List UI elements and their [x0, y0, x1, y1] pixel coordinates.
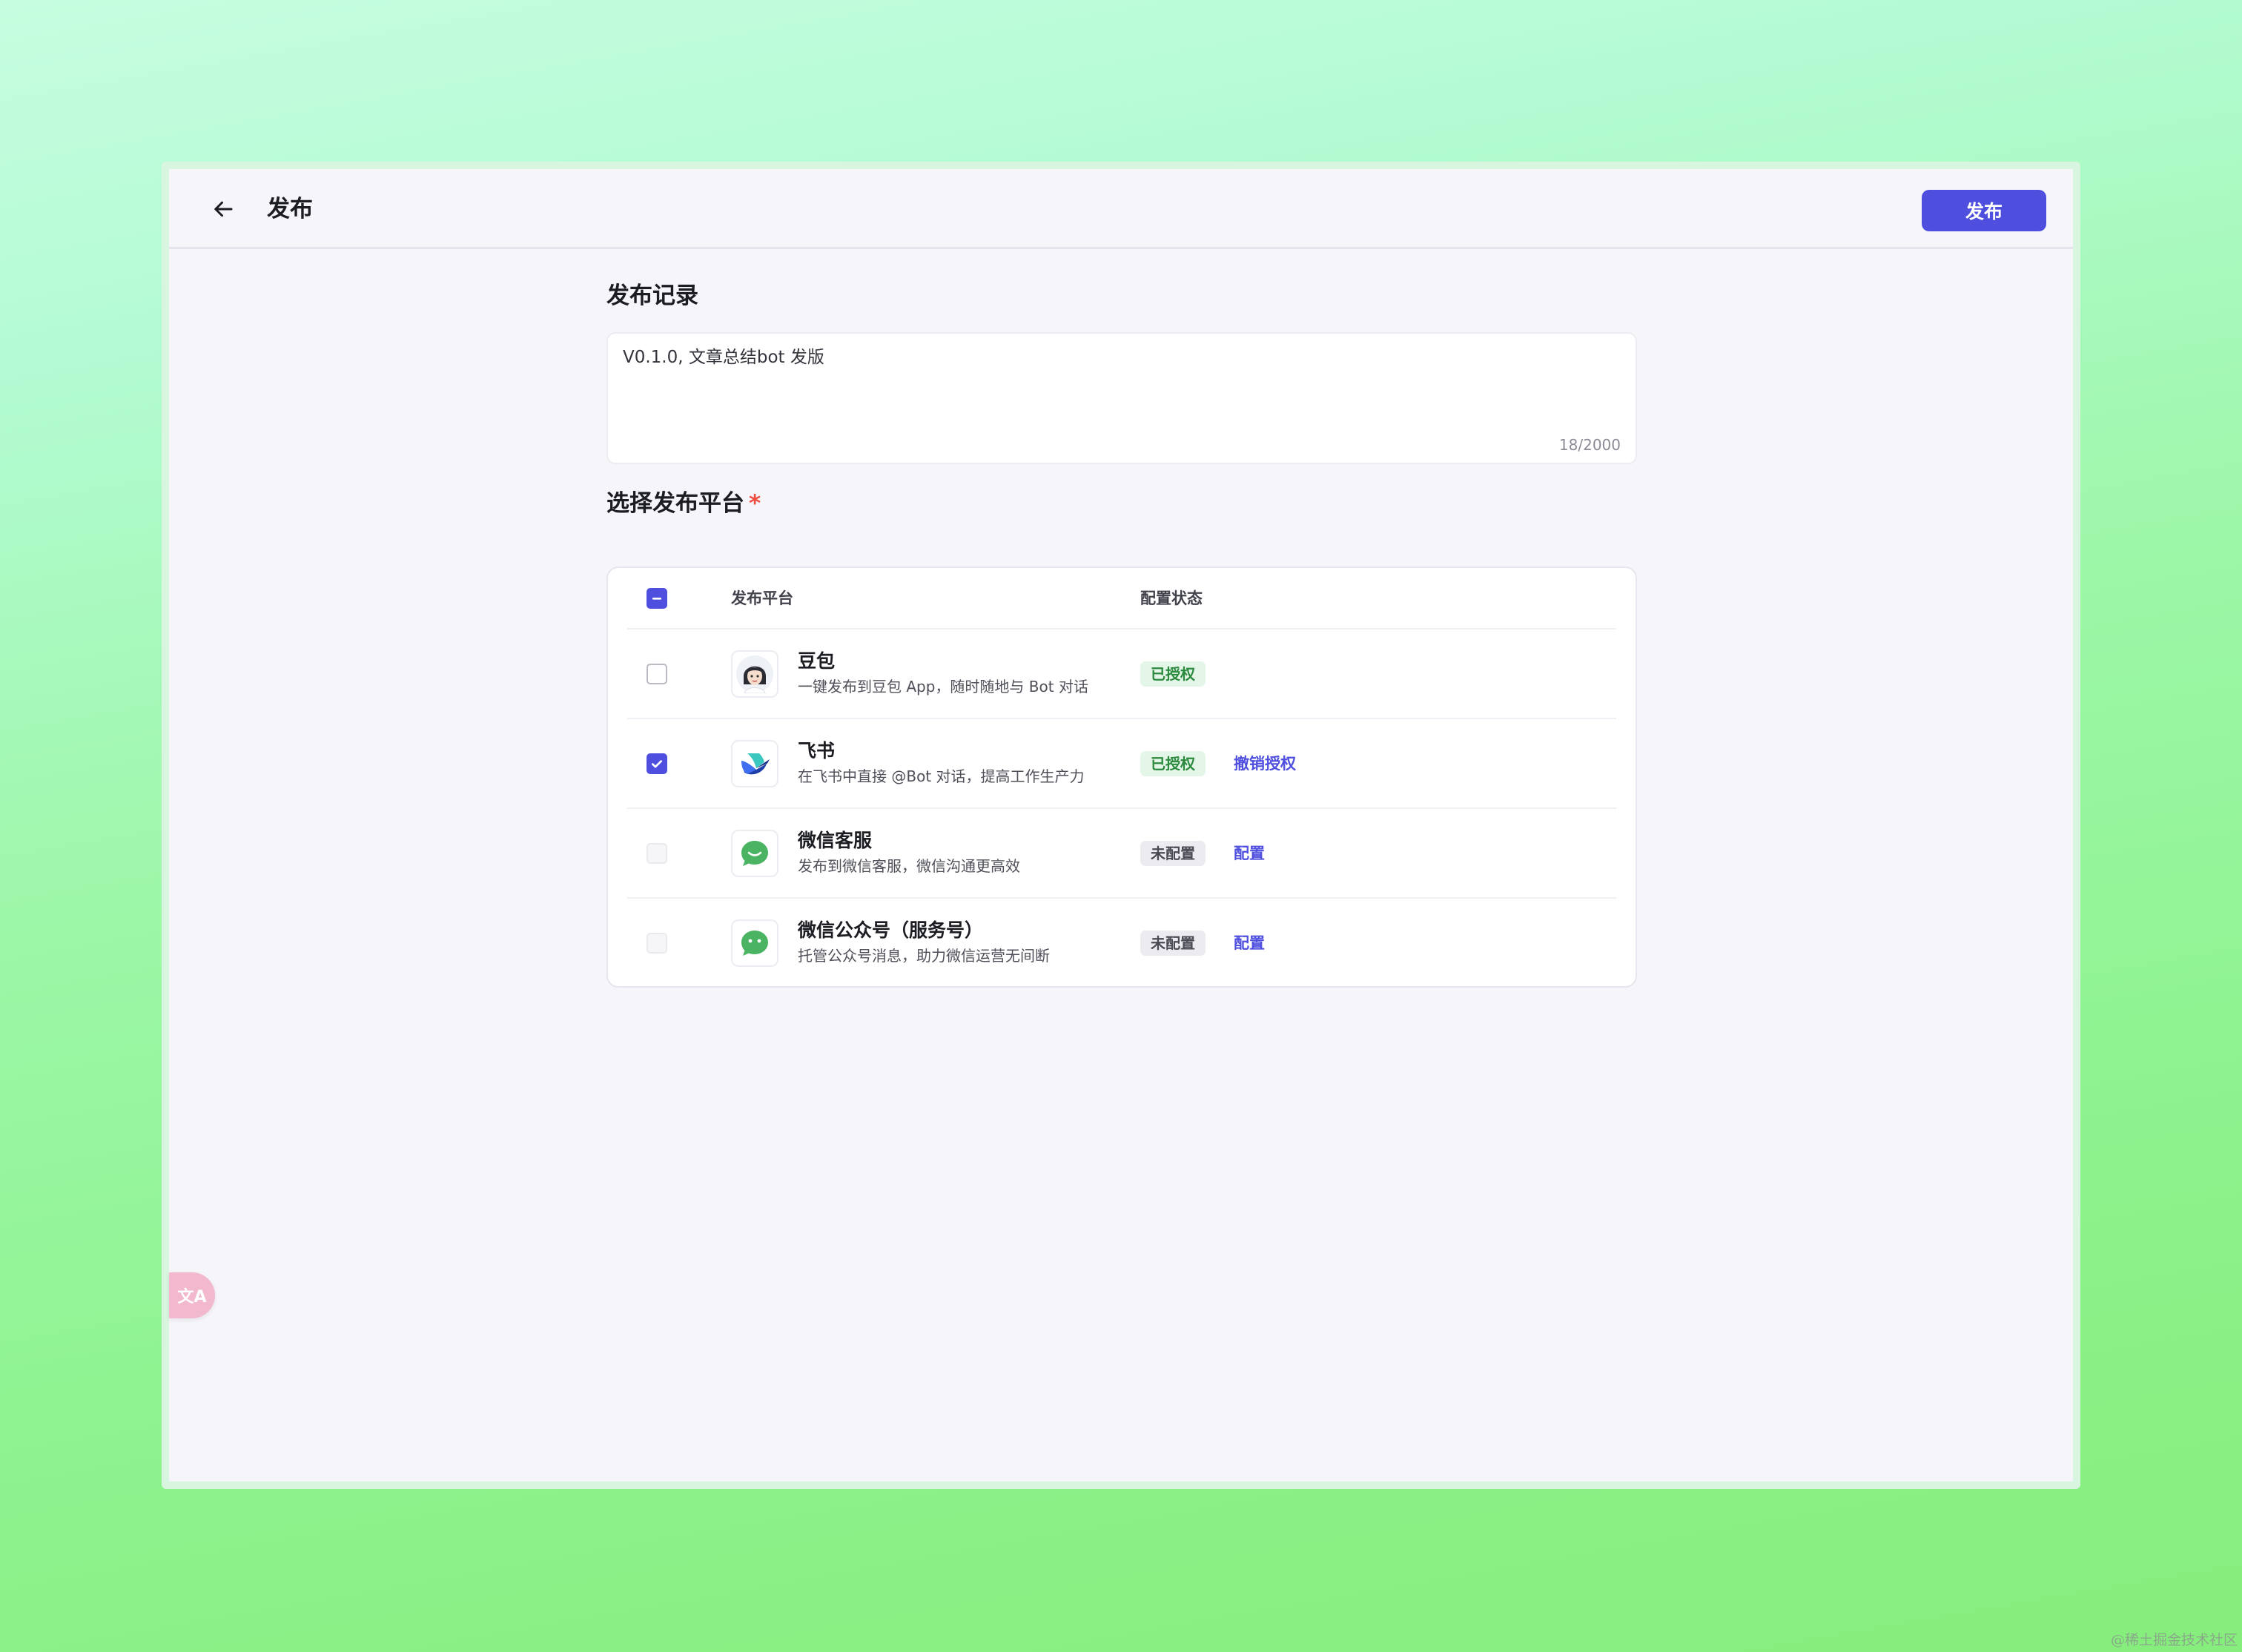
wechat-official-icon	[731, 919, 778, 967]
configure-link[interactable]: 配置	[1234, 931, 1265, 956]
platform-name: 豆包	[798, 650, 836, 672]
watermark: @稀土掘金技术社区	[2110, 1632, 2238, 1648]
translate-button[interactable]: 文A	[169, 1272, 215, 1318]
table-row: 飞书 在飞书中直接 @Bot 对话，提高工作生产力 已授权 撤销授权	[627, 719, 1616, 809]
status-badge: 未配置	[1140, 841, 1206, 866]
translate-icon: 文A	[177, 1288, 207, 1306]
platform-desc: 在飞书中直接 @Bot 对话，提高工作生产力	[798, 767, 1085, 785]
back-button[interactable]	[206, 191, 242, 227]
wechat-kefu-icon	[731, 830, 778, 877]
main-content: 发布记录 V0.1.0, 文章总结bot 发版 18/2000 选择发布平台 * …	[606, 280, 1637, 988]
platform-checkbox-doubao[interactable]	[647, 664, 667, 684]
table-row: 微信公众号（服务号） 托管公众号消息，助力微信运营无间断 未配置 配置	[627, 899, 1616, 988]
page-title: 发布	[267, 196, 313, 222]
platform-checkbox-wechat-official[interactable]	[647, 933, 667, 954]
revoke-auth-link[interactable]: 撤销授权	[1234, 751, 1296, 776]
table-row: 微信客服 发布到微信客服，微信沟通更高效 未配置 配置	[627, 809, 1616, 899]
char-counter: 18/2000	[1558, 436, 1621, 454]
platform-name: 微信公众号（服务号）	[798, 919, 984, 941]
minus-icon	[652, 598, 661, 600]
platform-checkbox-feishu[interactable]	[647, 753, 667, 774]
publish-button[interactable]: 发布	[1922, 190, 2046, 231]
platform-desc: 一键发布到豆包 App，随时随地与 Bot 对话	[798, 678, 1088, 696]
platform-name: 微信客服	[798, 830, 873, 851]
arrow-left-icon	[214, 201, 233, 217]
record-section-title: 发布记录	[606, 283, 698, 309]
feishu-icon	[731, 740, 778, 787]
release-notes-text: V0.1.0, 文章总结bot 发版	[623, 348, 824, 367]
platform-table: 发布平台 配置状态 豆包 一键发布到豆包 App，随时随地与 Bot 对话 已授…	[606, 566, 1637, 988]
column-header-status: 配置状态	[1140, 589, 1203, 607]
status-badge: 已授权	[1140, 751, 1206, 776]
doubao-avatar-icon	[731, 650, 778, 698]
platform-name: 飞书	[798, 740, 836, 761]
table-header: 发布平台 配置状态	[627, 568, 1616, 630]
status-badge: 已授权	[1140, 661, 1206, 687]
platform-checkbox-wechat-kefu[interactable]	[647, 843, 667, 864]
configure-link[interactable]: 配置	[1234, 841, 1265, 866]
platform-section-label: 选择发布平台	[606, 490, 744, 517]
page-header: 发布 发布	[169, 169, 2073, 249]
publish-window: 发布 发布 发布记录 V0.1.0, 文章总结bot 发版 18/2000 选择…	[162, 162, 2080, 1489]
platform-desc: 托管公众号消息，助力微信运营无间断	[798, 947, 1050, 965]
status-badge: 未配置	[1140, 931, 1206, 956]
platform-section-title: 选择发布平台 *	[606, 488, 1637, 519]
platform-desc: 发布到微信客服，微信沟通更高效	[798, 857, 1020, 875]
required-mark: *	[749, 490, 761, 517]
select-all-checkbox[interactable]	[647, 588, 667, 609]
checkmark-icon	[652, 760, 662, 768]
table-row: 豆包 一键发布到豆包 App，随时随地与 Bot 对话 已授权	[627, 630, 1616, 719]
release-notes-input[interactable]: V0.1.0, 文章总结bot 发版 18/2000	[606, 332, 1637, 464]
column-header-platform: 发布平台	[731, 589, 793, 607]
